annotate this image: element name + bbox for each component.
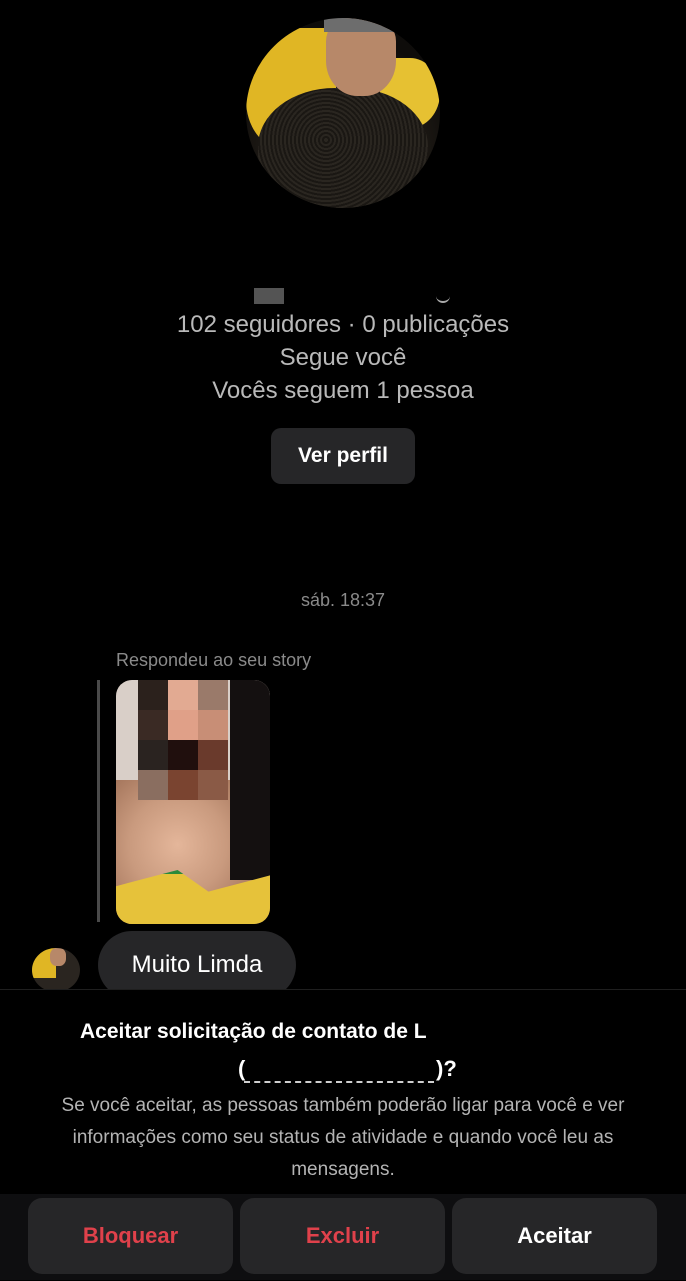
- story-thumbnail[interactable]: [116, 680, 270, 924]
- story-reply-caption: Respondeu ao seu story: [116, 650, 312, 670]
- story-reply-bar: [97, 680, 100, 922]
- redacted-name: [462, 1020, 502, 1046]
- profile-stats: 102 seguidores · 0 publicações: [176, 311, 510, 338]
- sender-avatar[interactable]: [32, 948, 80, 992]
- block-button[interactable]: Bloquear: [28, 1198, 233, 1274]
- request-title-line2-end: )?: [436, 1056, 457, 1081]
- request-description: Se você aceitar, as pessoas também poder…: [61, 1095, 625, 1180]
- accept-button[interactable]: Aceitar: [452, 1198, 657, 1274]
- follows-you-label: Segue você: [279, 344, 407, 371]
- message-timestamp: sáb. 18:37: [300, 590, 386, 610]
- view-profile-button[interactable]: Ver perfil: [271, 428, 415, 484]
- redacted-username-mark: [436, 291, 450, 303]
- redacted-handle: [244, 1063, 434, 1083]
- profile-avatar[interactable]: [246, 18, 440, 208]
- mutual-follow-label: Vocês seguem 1 pessoa: [212, 377, 474, 404]
- request-title: Aceitar solicitação de contato de L: [80, 1020, 427, 1043]
- redacted-username: [254, 288, 284, 304]
- delete-button[interactable]: Excluir: [240, 1198, 445, 1274]
